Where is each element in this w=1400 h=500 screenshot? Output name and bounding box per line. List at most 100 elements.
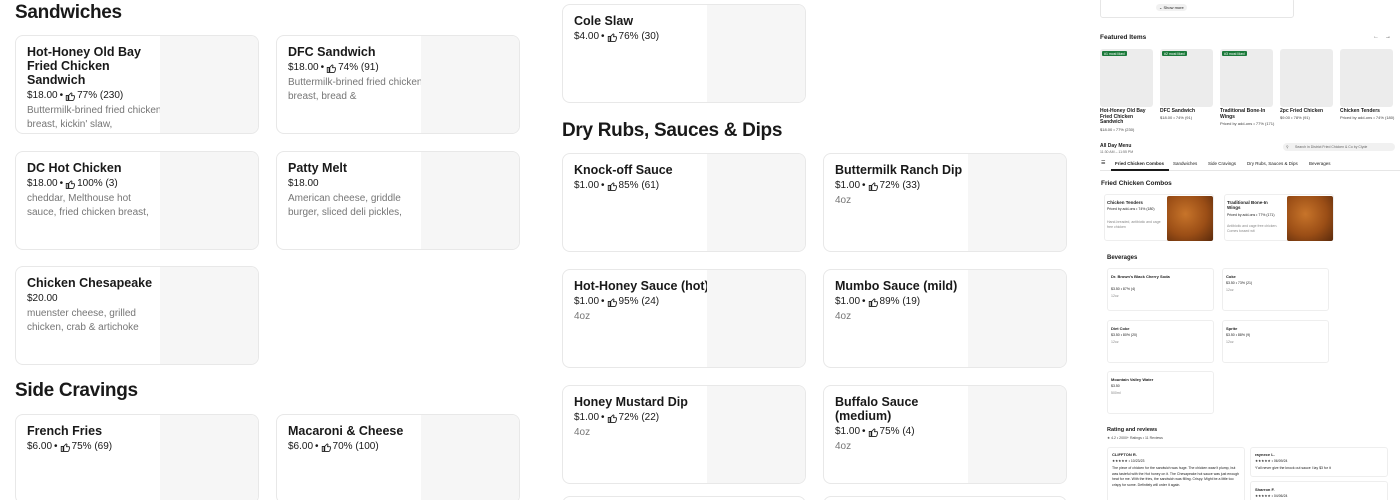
menu-item-card[interactable]: Macaroni & Cheese $6.00 • 70% (100) [276,414,520,500]
item-description: Buttermilk-brined fried chicken breast, … [288,77,423,102]
featured-badge: #2 most liked [1162,51,1187,56]
item-price: $1.00 [835,296,861,307]
tab-dry-rubs[interactable]: Dry Rubs, Sauces & Dips [1247,161,1298,166]
menu-item-card[interactable]: Knock-off Sauce $1.00 • 85% (61) [562,153,806,252]
tab-beverages[interactable]: Beverages [1309,161,1331,166]
featured-item-image[interactable] [1340,49,1393,107]
item-name: Knock-off Sauce [574,163,673,177]
item-name: Cole Slaw [574,14,634,28]
menu-item-card[interactable]: Honey Mustard Dip $1.00 • 72% (22) 4oz [562,385,806,484]
zoomed-out-page-preview: ⌄ Show more Featured Items ← → #1 most l… [1097,0,1400,500]
featured-item-image[interactable]: #2 most liked [1160,49,1213,107]
menu-item-card[interactable]: DFC Sandwich $18.00 • 74% (91) Buttermilk… [276,35,520,134]
item-meta: $6.00 • 75% (69) [27,441,113,452]
menu-item-card[interactable] [823,496,1067,500]
featured-item-name: Traditional Bone-In Wings [1220,108,1266,120]
review-author: CLIFFTON R. [1112,452,1137,457]
menu-search-input[interactable]: ⚲ Search in District Fried Chicken & Co … [1283,143,1395,151]
item-name: DFC Sandwich [288,45,376,59]
menu-item-card[interactable]: Buttermilk Ranch Dip $1.00 • 72% (33) 4oz [823,153,1067,252]
review-card[interactable]: Sharron F. ★★★★★ • 04/06/24 [1250,481,1388,500]
menu-item-card[interactable] [562,496,806,500]
item-rating: 74% (91) [338,62,379,73]
item-image-placeholder [421,36,519,133]
beverage-item-card[interactable]: Mountain Valley Water $3.50 500ml [1107,371,1214,414]
item-rating: 95% (24) [618,296,660,307]
featured-item-meta: $9.00 • 78% (91) [1280,115,1310,120]
beverage-item-card[interactable]: Coke $3.50 • 73% (21) 12oz [1222,268,1329,311]
item-name: DC Hot Chicken [27,161,122,175]
item-meta: $20.00 [27,293,162,304]
item-price: $1.00 [574,412,600,423]
item-price: $1.00 [574,180,600,191]
item-meta: $18.00 • 100% (3) [27,178,118,189]
item-rating: 72% (22) [618,412,660,423]
menu-item-card[interactable]: Cole Slaw $4.00 • 76% (30) [562,4,806,103]
item-rating: 85% (61) [618,180,660,191]
featured-item-image[interactable]: #3 most liked [1220,49,1273,107]
item-description: 4oz [835,195,852,206]
item-name: Buttermilk Ranch Dip [835,163,963,177]
menu-item-card[interactable]: Hot-Honey Old Bay Fried Chicken Sandwich… [15,35,259,134]
beverage-item-card[interactable]: Dr. Brown's Black Cherry Soda $3.50 • 87… [1107,268,1214,311]
item-image-placeholder [421,415,519,500]
combo-item-image [1167,196,1213,241]
item-price: $18.00 [27,178,58,189]
featured-badge: #1 most liked [1102,51,1127,56]
review-stars-date: ★★★★★ • 04/06/24 [1255,494,1288,498]
thumbs-up-icon [607,413,617,423]
tab-side-cravings[interactable]: Side Cravings [1208,161,1236,166]
combo-item-card[interactable]: Chicken Tenders Priced by add-ons • 74% … [1104,194,1214,241]
item-meta: $1.00 • 72% (33) [835,180,921,191]
review-stars-date: ★★★★★ • 10/23/23 [1112,459,1145,463]
review-author: raynece L. [1255,452,1275,457]
menu-item-card[interactable]: DC Hot Chicken $18.00 • 100% (3) cheddar,… [15,151,259,250]
combo-item-card[interactable]: Traditional Bone-In Wings Priced by add-… [1224,194,1334,241]
item-meta: $18.00 • 74% (91) [288,62,379,73]
thumbs-up-icon [60,442,70,452]
item-meta: $18.00 [288,178,423,189]
section-title-side-cravings: Side Cravings [15,380,138,401]
item-image-placeholder [707,154,805,251]
beverage-size: 12oz [1226,340,1234,344]
item-name: Buffalo Sauce (medium) [835,395,919,423]
featured-item-meta: Priced by add-ons • 77% (171) [1220,121,1275,126]
combo-item-meta: Priced by add-ons • 77% (171) [1227,213,1275,217]
review-stars-date: ★★★★★ • 06/09/24 [1255,459,1288,463]
menu-item-card[interactable]: Patty Melt $18.00 American cheese, gridd… [276,151,520,250]
review-author: Sharron F. [1255,487,1275,492]
featured-item-name: 2pc Fried Chicken [1280,108,1324,114]
featured-item-image[interactable]: #1 most liked [1100,49,1153,107]
section-title-dry-rubs: Dry Rubs, Sauces & Dips [562,120,783,141]
thumbs-up-icon [868,297,878,307]
menu-item-card[interactable]: Mumbo Sauce (mild) $1.00 • 89% (19) 4oz [823,269,1067,368]
thumbs-up-icon [321,442,331,452]
list-icon[interactable]: ☰ [1101,160,1105,166]
item-description: Buttermilk-brined fried chicken breast, … [27,105,162,130]
menu-item-card[interactable]: French Fries $6.00 • 75% (69) [15,414,259,500]
show-more-button[interactable]: ⌄ Show more [1156,4,1187,11]
combo-item-name: Traditional Bone-In Wings [1227,200,1268,210]
beverage-meta: $3.50 • 88% (9) [1226,333,1251,337]
beverage-meta: $3.50 • 87% (4) [1111,287,1136,291]
beverage-name: Mountain Valley Water [1111,377,1154,382]
review-card[interactable]: raynece L. ★★★★★ • 06/09/24 Y'all never … [1250,447,1388,477]
tab-sandwiches[interactable]: Sandwiches [1173,161,1197,166]
item-meta: $4.00 • 76% (30) [574,31,660,42]
tab-fried-chicken-combos[interactable]: Fried Chicken Combos [1115,161,1164,166]
combos-section-title: Fried Chicken Combos [1101,180,1172,187]
beverage-item-card[interactable]: Sprite $3.50 • 88% (9) 12oz [1222,320,1329,363]
menu-item-card[interactable]: Buffalo Sauce (medium) $1.00 • 75% (4) 4o… [823,385,1067,484]
menu-item-card[interactable]: Hot-Honey Sauce (hot) $1.00 • 95% (24) 4o… [562,269,806,368]
featured-item-image[interactable] [1280,49,1333,107]
item-image-placeholder [707,270,805,367]
beverage-item-card[interactable]: Diet Coke $3.50 • 80% (20) 12oz [1107,320,1214,363]
review-card[interactable]: CLIFFTON R. ★★★★★ • 10/23/23 The piece o… [1107,447,1245,500]
item-description: 4oz [574,311,591,322]
combo-item-meta: Priced by add-ons • 74% (180) [1107,207,1155,211]
featured-item-meta: $18.00 • 77% (230) [1100,127,1135,132]
carousel-prev-icon[interactable]: ← [1373,34,1379,40]
menu-item-card[interactable]: Chicken Chesapeake $20.00 muenster chees… [15,266,259,365]
item-image-placeholder [968,154,1066,251]
carousel-next-icon[interactable]: → [1385,34,1391,40]
